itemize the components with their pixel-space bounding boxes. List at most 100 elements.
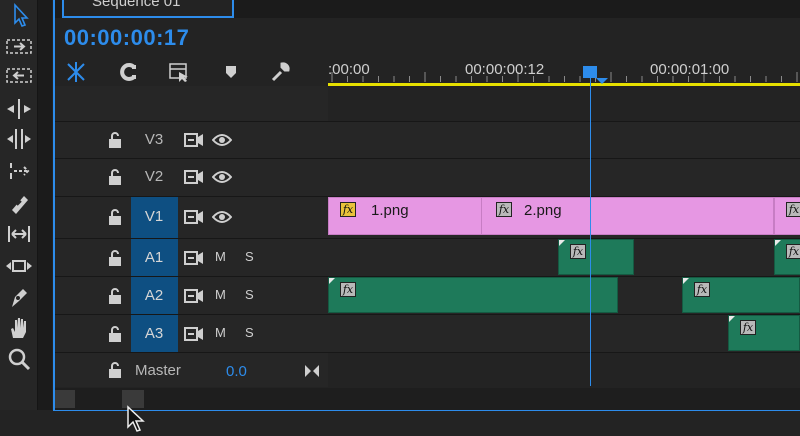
clip-label: 1.png <box>371 202 409 219</box>
lock-icon[interactable] <box>108 169 122 185</box>
selection-tool-icon[interactable] <box>4 2 34 30</box>
snap-icon[interactable] <box>64 60 88 84</box>
track-select-forward-icon[interactable] <box>4 33 34 61</box>
clip-corner <box>683 278 689 284</box>
track-master <box>328 353 800 387</box>
fx-badge-icon: fx <box>570 244 586 259</box>
time-ruler[interactable]: :00:00 00:00:00:12 00:00:01:00 <box>328 18 800 84</box>
fx-badge-icon: fx <box>786 202 800 217</box>
audio-clip[interactable]: fx <box>728 315 800 351</box>
sync-lock-icon[interactable] <box>184 132 204 148</box>
track-header-v3: V3 <box>55 122 328 159</box>
track-target-a2[interactable]: A2 <box>131 277 178 314</box>
mute-button[interactable]: M <box>215 249 226 264</box>
audio-clip[interactable]: fx <box>774 239 800 275</box>
playhead-tip <box>596 78 608 84</box>
track-target-a1[interactable]: A1 <box>131 239 178 276</box>
lock-icon[interactable] <box>108 288 122 304</box>
zoom-icon[interactable] <box>4 345 34 373</box>
track-a3[interactable]: fx <box>328 315 800 353</box>
fx-badge-icon: fx <box>340 282 356 297</box>
fx-badge-icon: fx <box>786 244 800 259</box>
pen-icon[interactable] <box>4 283 34 311</box>
playhead-handle[interactable] <box>583 66 597 78</box>
tools-panel <box>0 0 37 410</box>
track-header-v1: V1 <box>55 197 328 239</box>
track-select-backward-icon[interactable] <box>4 62 34 90</box>
track-header-v2: V2 <box>55 159 328 197</box>
rate-stretch-icon[interactable] <box>4 157 34 185</box>
track-v1[interactable]: fx 1.png fx 2.png fx <box>328 197 800 239</box>
add-marker-options-icon[interactable] <box>167 60 191 84</box>
track-v2[interactable] <box>328 159 800 197</box>
track-header-spacer <box>55 86 328 122</box>
clip-corner <box>559 240 565 246</box>
lock-icon[interactable] <box>108 209 122 225</box>
lock-icon[interactable] <box>108 326 122 342</box>
horizontal-scrollbar[interactable] <box>55 388 800 410</box>
ruler-label: 00:00:01:00 <box>650 61 730 78</box>
video-clip[interactable]: fx 2.png <box>481 197 774 235</box>
track-spacer <box>328 86 800 122</box>
sync-lock-icon[interactable] <box>184 169 204 185</box>
clip-corner <box>729 316 735 322</box>
lock-icon[interactable] <box>108 132 122 148</box>
eye-icon[interactable] <box>212 210 232 224</box>
playhead-timecode[interactable]: 00:00:00:17 <box>64 25 189 51</box>
master-volume-value[interactable]: 0.0 <box>226 363 247 380</box>
track-v3[interactable] <box>328 122 800 159</box>
track-header-a1: A1 M S <box>55 239 328 277</box>
solo-button[interactable]: S <box>245 287 254 302</box>
wrench-icon[interactable] <box>268 60 292 84</box>
master-label: Master <box>135 362 181 379</box>
tab-sequence-label: Sequence 01 <box>92 0 181 10</box>
audio-clip[interactable]: fx <box>558 239 634 275</box>
razor-icon[interactable] <box>4 190 34 218</box>
track-target-a3[interactable]: A3 <box>131 315 178 352</box>
eye-icon[interactable] <box>212 133 232 147</box>
track-name: A3 <box>144 325 164 342</box>
track-target-v1[interactable]: V1 <box>131 197 178 238</box>
track-name: A2 <box>144 287 164 304</box>
ripple-edit-icon[interactable] <box>4 95 34 123</box>
sync-lock-icon[interactable] <box>184 250 204 266</box>
mouse-cursor-icon <box>127 405 145 432</box>
eye-icon[interactable] <box>212 170 232 184</box>
collapse-icon[interactable] <box>304 364 320 378</box>
marker-icon[interactable] <box>219 60 243 84</box>
video-clip[interactable]: fx 1.png <box>328 197 482 235</box>
mute-button[interactable]: M <box>215 325 226 340</box>
track-name: A1 <box>144 249 164 266</box>
lock-icon[interactable] <box>108 250 122 266</box>
track-header-a2: A2 M S <box>55 277 328 315</box>
audio-clip[interactable]: fx <box>328 277 618 313</box>
ruler-label: 00:00:00:12 <box>465 61 545 78</box>
track-header-master: Master 0.0 <box>55 353 328 387</box>
hand-icon[interactable] <box>4 314 34 342</box>
track-a2[interactable]: fx fx <box>328 277 800 315</box>
video-clip[interactable]: fx <box>774 197 800 235</box>
scrollbar-handle-left[interactable] <box>55 390 75 408</box>
sync-lock-icon[interactable] <box>184 288 204 304</box>
clip-label: 2.png <box>524 202 562 219</box>
sync-lock-icon[interactable] <box>184 209 204 225</box>
mute-button[interactable]: M <box>215 287 226 302</box>
linked-selection-icon[interactable] <box>117 60 141 84</box>
solo-button[interactable]: S <box>245 325 254 340</box>
rolling-edit-icon[interactable] <box>4 125 34 153</box>
playhead-line[interactable] <box>590 70 591 386</box>
track-name[interactable]: V3 <box>131 129 177 151</box>
track-name[interactable]: V2 <box>131 166 177 188</box>
solo-button[interactable]: S <box>245 249 254 264</box>
slip-icon[interactable] <box>4 220 34 248</box>
lock-icon[interactable] <box>108 362 122 378</box>
audio-clip[interactable]: fx <box>682 277 800 313</box>
fx-badge-icon: fx <box>694 282 710 297</box>
clip-corner <box>329 278 335 284</box>
panel-divider[interactable] <box>37 0 52 410</box>
slide-icon[interactable] <box>4 252 34 280</box>
track-a1[interactable]: fx fx <box>328 239 800 277</box>
track-name: V1 <box>144 208 164 225</box>
fx-badge-icon: fx <box>340 202 356 217</box>
sync-lock-icon[interactable] <box>184 326 204 342</box>
